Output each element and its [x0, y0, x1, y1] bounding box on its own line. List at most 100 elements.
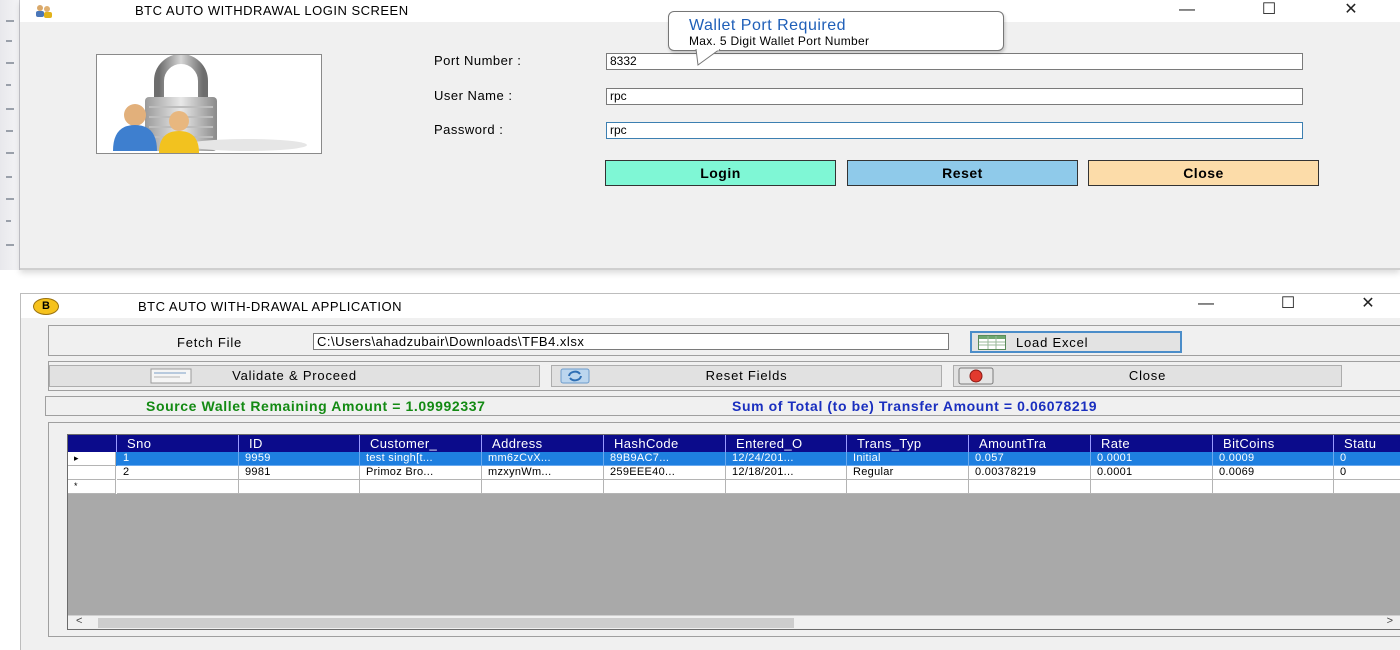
- cell-customer[interactable]: Primoz Bro...: [360, 466, 482, 480]
- source-wallet-amount: Source Wallet Remaining Amount = 1.09992…: [146, 398, 486, 414]
- login-window-title: BTC AUTO WITHDRAWAL LOGIN SCREEN: [135, 3, 409, 18]
- close-button[interactable]: Close: [1088, 160, 1319, 186]
- validate-proceed-button[interactable]: Validate & Proceed: [49, 365, 540, 387]
- users-key-icon: [36, 5, 52, 18]
- fetch-file-panel: Fetch File C:\Users\ahadzubair\Downloads…: [48, 325, 1400, 356]
- login-button[interactable]: Login: [605, 160, 836, 186]
- port-tooltip: Wallet Port Required Max. 5 Digit Wallet…: [668, 11, 1004, 51]
- column-header[interactable]: Trans_Typ: [847, 435, 969, 452]
- column-header[interactable]: Customer_: [360, 435, 482, 452]
- login-window: BTC AUTO WITHDRAWAL LOGIN SCREEN — ☐ ✕ P…: [20, 0, 1400, 270]
- cell-hashcode[interactable]: 259EEE40...: [604, 466, 726, 480]
- reset-fields-button[interactable]: Reset Fields: [551, 365, 942, 387]
- tooltip-text: Max. 5 Digit Wallet Port Number: [689, 34, 870, 48]
- app-window-title: BTC AUTO WITH-DRAWAL APPLICATION: [138, 299, 402, 314]
- action-panel: Validate & Proceed Reset Fields Close: [48, 361, 1400, 391]
- app-title-bar[interactable]: B BTC AUTO WITH-DRAWAL APPLICATION — ☐ ✕: [21, 294, 1400, 318]
- port-number-label: Port Number :: [434, 53, 522, 68]
- cell-amount[interactable]: [969, 480, 1091, 494]
- column-header[interactable]: HashCode: [604, 435, 726, 452]
- fetch-file-label: Fetch File: [177, 335, 243, 350]
- cell-entered[interactable]: 12/18/201...: [726, 466, 847, 480]
- tooltip-title: Wallet Port Required: [689, 17, 847, 34]
- scroll-thumb[interactable]: [98, 618, 794, 628]
- cell-hashcode[interactable]: 89B9AC7...: [604, 452, 726, 466]
- scroll-right-arrow[interactable]: >: [1387, 615, 1393, 627]
- cell-amount[interactable]: 0.057: [969, 452, 1091, 466]
- row-selector[interactable]: [68, 466, 116, 480]
- cell-customer[interactable]: [360, 480, 482, 494]
- minimize-button[interactable]: —: [1164, 0, 1210, 22]
- app-close-button[interactable]: Close: [953, 365, 1342, 387]
- bitcoin-icon: B: [33, 298, 59, 315]
- cell-id[interactable]: 9959: [239, 452, 360, 466]
- column-header[interactable]: Rate: [1091, 435, 1213, 452]
- cell-sno[interactable]: [117, 480, 239, 494]
- cell-rate[interactable]: [1091, 480, 1213, 494]
- table-row[interactable]: 2 9981 Primoz Bro... mzxynWm... 259EEE40…: [68, 466, 1400, 480]
- close-label: Close: [1128, 368, 1167, 383]
- row-selector[interactable]: ▸: [68, 452, 116, 466]
- cell-status[interactable]: [1334, 480, 1400, 494]
- app-close-window-button[interactable]: ✕: [1345, 294, 1391, 316]
- cell-trans-type[interactable]: Initial: [847, 452, 969, 466]
- cell-hashcode[interactable]: [604, 480, 726, 494]
- maximize-button[interactable]: ☐: [1246, 0, 1292, 22]
- close-window-button[interactable]: ✕: [1328, 0, 1374, 22]
- cell-trans-type[interactable]: Regular: [847, 466, 969, 480]
- cell-bitcoins[interactable]: [1213, 480, 1334, 494]
- horizontal-scrollbar[interactable]: < >: [68, 615, 1400, 629]
- transactions-grid[interactable]: Sno ID Customer_ Address HashCode Entere…: [67, 434, 1400, 630]
- cell-entered[interactable]: [726, 480, 847, 494]
- column-header[interactable]: Address: [482, 435, 604, 452]
- file-path-input[interactable]: C:\Users\ahadzubair\Downloads\TFB4.xlsx: [313, 333, 949, 350]
- cell-entered[interactable]: 12/24/201...: [726, 452, 847, 466]
- wallet-status-bar: Source Wallet Remaining Amount = 1.09992…: [45, 396, 1400, 416]
- padlock-icon: [113, 54, 307, 153]
- cell-address[interactable]: mm6zCvX...: [482, 452, 604, 466]
- cell-bitcoins[interactable]: 0.0009: [1213, 452, 1334, 466]
- corner-header: [68, 435, 117, 452]
- cell-id[interactable]: [239, 480, 360, 494]
- new-row[interactable]: *: [68, 480, 1400, 494]
- cell-trans-type[interactable]: [847, 480, 969, 494]
- cell-id[interactable]: 9981: [239, 466, 360, 480]
- column-header[interactable]: Statu: [1334, 435, 1400, 452]
- reset-button[interactable]: Reset: [847, 160, 1078, 186]
- cell-rate[interactable]: 0.0001: [1091, 452, 1213, 466]
- cell-amount[interactable]: 0.00378219: [969, 466, 1091, 480]
- background-window-edge: [0, 0, 20, 270]
- cell-address[interactable]: [482, 480, 604, 494]
- row-selector[interactable]: *: [68, 480, 116, 494]
- load-excel-label: Load Excel: [1016, 335, 1089, 350]
- total-transfer-amount: Sum of Total (to be) Transfer Amount = 0…: [732, 398, 1098, 414]
- grid-header: Sno ID Customer_ Address HashCode Entere…: [68, 435, 1400, 452]
- password-label: Password :: [434, 122, 504, 137]
- table-row[interactable]: ▸ 1 9959 test singh[t... mm6zCvX... 89B9…: [68, 452, 1400, 466]
- cell-status[interactable]: 0: [1334, 466, 1400, 480]
- column-header[interactable]: ID: [239, 435, 360, 452]
- cell-rate[interactable]: 0.0001: [1091, 466, 1213, 480]
- spreadsheet-icon: [978, 335, 1006, 350]
- password-input[interactable]: rpc: [606, 122, 1303, 139]
- load-excel-button[interactable]: Load Excel: [970, 331, 1182, 353]
- user-name-input[interactable]: rpc: [606, 88, 1303, 105]
- reset-fields-label: Reset Fields: [705, 368, 788, 383]
- column-header[interactable]: Sno: [117, 435, 239, 452]
- cell-sno[interactable]: 2: [117, 466, 239, 480]
- app-maximize-button[interactable]: ☐: [1265, 294, 1311, 316]
- scroll-left-arrow[interactable]: <: [76, 615, 82, 627]
- app-minimize-button[interactable]: —: [1183, 294, 1229, 316]
- grid-panel: Sno ID Customer_ Address HashCode Entere…: [48, 422, 1400, 637]
- column-header[interactable]: Entered_O: [726, 435, 847, 452]
- column-header[interactable]: AmountTra: [969, 435, 1091, 452]
- column-header[interactable]: BitCoins: [1213, 435, 1334, 452]
- cell-customer[interactable]: test singh[t...: [360, 452, 482, 466]
- cell-bitcoins[interactable]: 0.0069: [1213, 466, 1334, 480]
- user-name-label: User Name :: [434, 88, 513, 103]
- tooltip-pointer: [695, 49, 721, 66]
- cell-status[interactable]: 0: [1334, 452, 1400, 466]
- lock-users-image: [96, 54, 322, 154]
- cell-address[interactable]: mzxynWm...: [482, 466, 604, 480]
- cell-sno[interactable]: 1: [117, 452, 239, 466]
